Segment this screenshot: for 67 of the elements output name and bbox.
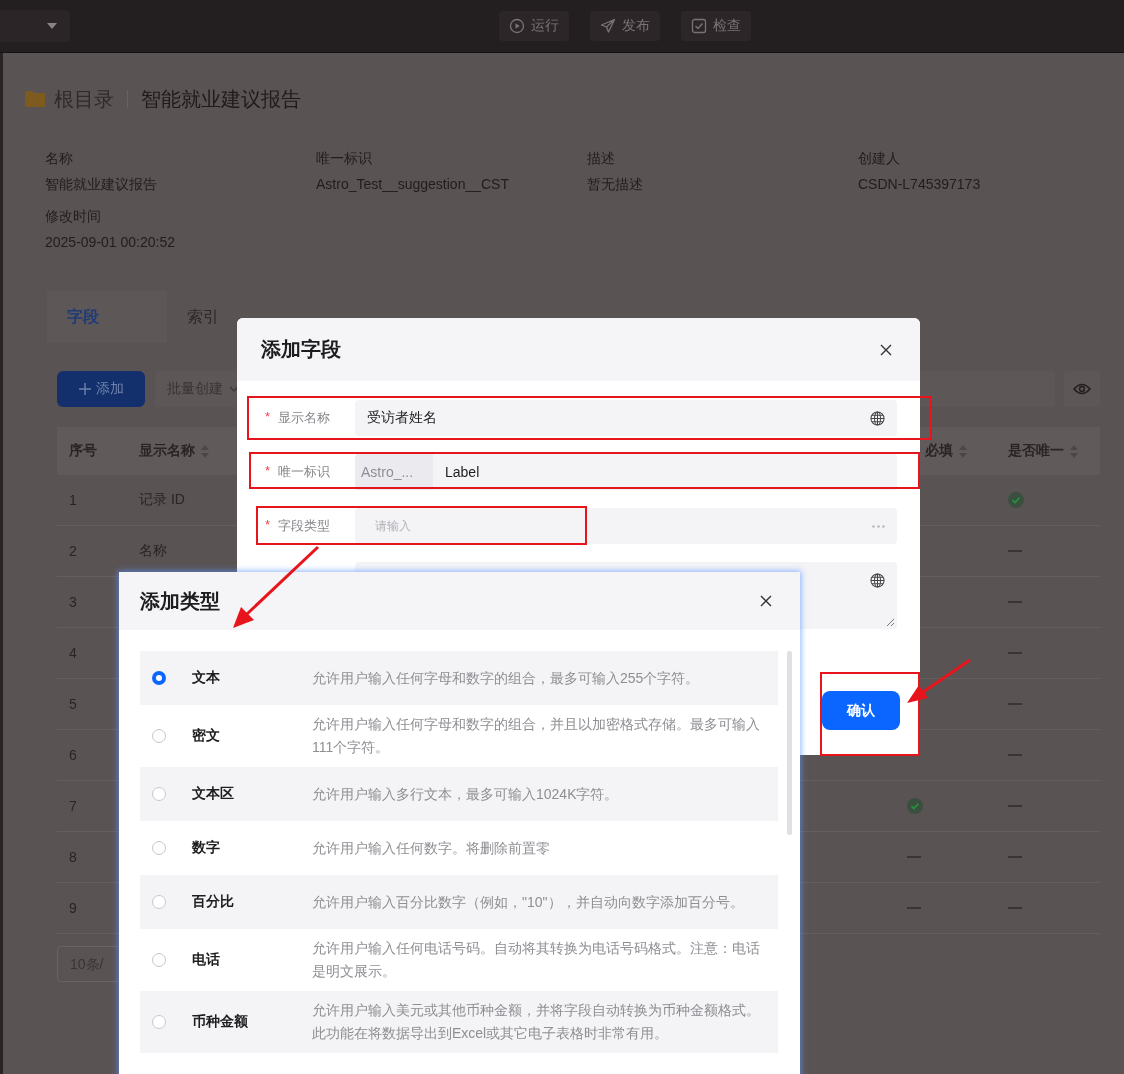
globe-icon[interactable] — [870, 573, 885, 588]
toolbar-button[interactable]: 运行 — [499, 11, 569, 41]
page-title: 智能就业建议报告 — [141, 86, 301, 112]
play-icon — [509, 18, 525, 34]
resize-grip-icon[interactable] — [886, 618, 894, 626]
type-name: 电话 — [192, 951, 221, 969]
type-description: 允许用户输入多行文本，最多可输入1024K字符。 — [312, 784, 620, 804]
type-description: 允许用户输入任何数字。将删除前置零 — [312, 838, 551, 858]
type-name: 百分比 — [192, 893, 235, 911]
type-name: 文本区 — [192, 785, 235, 803]
scrollbar[interactable] — [787, 651, 792, 835]
annotation-arrow — [907, 658, 971, 703]
send-icon — [600, 18, 616, 34]
type-option[interactable]: 百分比 允许用户输入百分比数字（例如，"10"），并自动向数字添加百分号。 — [140, 875, 778, 929]
type-option[interactable]: 密文 允许用户输入任何字母和数字的组合，并且以加密格式存储。最多可输入111个字符。 — [140, 705, 778, 767]
radio-button[interactable] — [152, 1015, 166, 1029]
required-mark: * — [265, 517, 271, 534]
type-option[interactable]: 币种金额 允许用户输入美元或其他币种金额，并将字段自动转换为币种金额格式。此功能在将数据导出到Excel或其它电子表格时非常有用。 — [140, 991, 778, 1053]
type-name: 密文 — [192, 727, 221, 745]
radio-button[interactable] — [152, 895, 166, 909]
confirm-button[interactable]: 确认 — [822, 691, 900, 730]
field-label: 唯一标识 — [278, 463, 331, 481]
info-label: 描述 — [587, 150, 616, 168]
type-description: 允许用户输入任何字母和数字的组合，最多可输入255个字符。 — [312, 668, 701, 688]
close-icon[interactable] — [760, 595, 772, 607]
input-prefix: Astro_... — [355, 454, 433, 490]
field-label: 字段类型 — [278, 517, 331, 535]
type-description: 允许用户输入百分比数字（例如，"10"），并自动向数字添加百分号。 — [312, 892, 745, 912]
input-field[interactable]: 受访者姓名 — [355, 400, 897, 436]
folder-icon — [25, 91, 45, 107]
project-dropdown[interactable] — [0, 10, 70, 42]
type-description: 允许用户输入任何电话号码。自动将其转换为电话号码格式。注意：电话是明文展示。 — [312, 939, 761, 981]
info-value: 2025-09-01 00:20:52 — [45, 234, 176, 250]
radio-button[interactable] — [152, 729, 166, 743]
eye-icon — [1073, 383, 1091, 395]
type-option[interactable]: 数字 允许用户输入任何数字。将删除前置零 — [140, 821, 778, 875]
type-description: 允许用户输入美元或其他币种金额，并将字段自动转换为币种金额格式。此功能在将数据导出到Excel或其它电子表格时非常有用。 — [312, 1001, 761, 1043]
field-label: 显示名称 — [278, 409, 331, 427]
type-name: 币种金额 — [192, 1013, 249, 1031]
radio-button[interactable] — [152, 953, 166, 967]
type-name: 文本 — [192, 669, 221, 687]
required-mark: * — [265, 463, 271, 480]
globe-icon[interactable] — [870, 410, 885, 426]
type-name: 数字 — [192, 839, 221, 857]
type-option[interactable]: 文本区 允许用户输入多行文本，最多可输入1024K字符。 — [140, 767, 778, 821]
radio-button[interactable] — [152, 671, 166, 685]
plus-icon — [78, 383, 91, 395]
required-mark: * — [265, 409, 271, 426]
type-description: 允许用户输入任何字母和数字的组合，并且以加密格式存储。最多可输入111个字符。 — [312, 715, 761, 757]
radio-button[interactable] — [152, 841, 166, 855]
add-button[interactable]: 添加 — [57, 371, 145, 407]
input-field[interactable]: 请输入 — [355, 508, 897, 544]
ellipsis-icon[interactable] — [872, 524, 885, 528]
dialog-title: 添加字段 — [261, 337, 341, 362]
radio-button[interactable] — [152, 787, 166, 801]
checkbox-icon — [691, 18, 707, 34]
dialog-title: 添加类型 — [140, 588, 220, 614]
type-option[interactable]: 文本 允许用户输入任何字母和数字的组合，最多可输入255个字符。 — [140, 651, 778, 705]
caret-icon — [47, 23, 57, 29]
type-option[interactable]: 电话 允许用户输入任何电话号码。自动将其转换为电话号码格式。注意：电话是明文展示。 — [140, 929, 778, 991]
close-icon[interactable] — [880, 343, 892, 356]
toolbar-button[interactable]: 发布 — [590, 11, 660, 41]
toolbar-button[interactable]: 检查 — [681, 11, 751, 41]
info-value: CSDN-L745397173 — [858, 176, 982, 192]
visibility-button[interactable] — [1064, 371, 1100, 407]
input-field[interactable]: Astro_... Label — [355, 454, 897, 490]
info-value: Astro_Test__suggestion__CST — [316, 176, 510, 192]
